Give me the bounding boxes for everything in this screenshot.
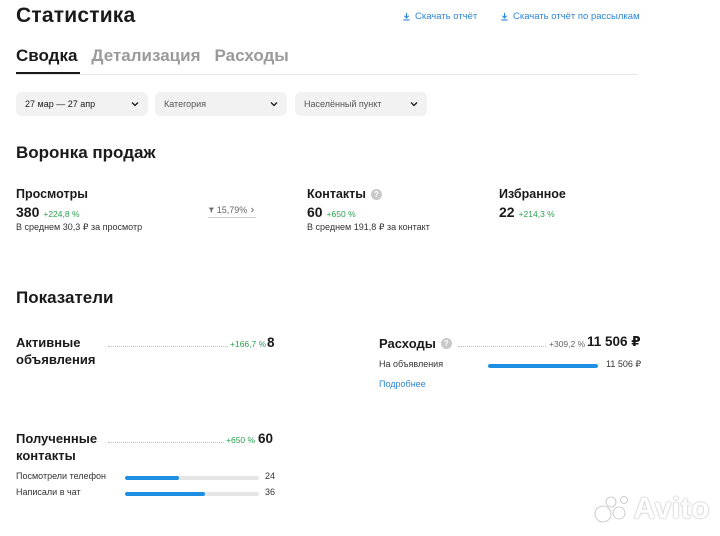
contacts-row-label: Написали в чат	[16, 487, 81, 497]
received-contacts-delta: +650 %	[226, 435, 256, 445]
expenses-row-value: 11 506 ₽	[606, 359, 642, 369]
category-placeholder: Категория	[164, 99, 207, 109]
active-ads-label: Активные объявления	[16, 335, 96, 367]
locality-select[interactable]: Населённый пункт	[295, 92, 427, 116]
expenses-more-link[interactable]: Подробнее	[379, 379, 426, 389]
date-range-value: 27 мар — 27 апр	[25, 99, 96, 109]
dotted-leader	[108, 442, 224, 443]
avito-logo-icon	[594, 496, 628, 523]
contacts-value: 60	[307, 204, 323, 220]
question-icon[interactable]: ?	[370, 188, 382, 200]
download-report-link[interactable]: Скачать отчёт	[402, 11, 477, 22]
contacts-metric: Контакты ? 60 +650 % В среднем 191,8 ₽ з…	[307, 187, 430, 233]
views-metric: Просмотры 380 +224,8 % В среднем 30,3 ₽ …	[16, 187, 142, 233]
conversion-rate[interactable]: 15,79%	[208, 205, 256, 218]
contacts-row-bar	[125, 492, 259, 496]
question-icon[interactable]: ?	[440, 338, 452, 349]
conversion-value: 15,79%	[216, 205, 248, 215]
contacts-row-label: Посмотрели телефон	[16, 471, 106, 481]
favorites-metric: Избранное 22 +214,3 %	[499, 187, 566, 220]
chevron-down-icon	[410, 102, 418, 107]
expenses-label: Расходы	[379, 336, 436, 351]
contacts-row-bar	[125, 476, 259, 480]
dotted-leader	[458, 346, 546, 347]
views-sub: В среднем 30,3 ₽ за просмотр	[16, 222, 143, 232]
download-mailing-report-link[interactable]: Скачать отчёт по рассылкам	[500, 11, 640, 22]
funnel-icon	[208, 207, 215, 213]
active-ads-value: 8	[267, 335, 275, 350]
expenses-delta: +309,2 %	[549, 339, 586, 349]
expenses-header: Расходы ?	[379, 335, 452, 352]
contacts-row-value: 36	[265, 487, 276, 497]
tab-details[interactable]: Детализация	[91, 46, 200, 72]
avito-watermark: Avito	[594, 492, 710, 526]
active-tab-indicator	[16, 72, 80, 74]
funnel-title: Воронка продаж	[16, 143, 156, 162]
dotted-leader	[108, 346, 228, 347]
download-report-label: Скачать отчёт	[415, 11, 478, 22]
contacts-row-bar-fill	[125, 476, 179, 480]
received-contacts-label: Полученные контакты	[16, 431, 98, 463]
download-icon	[403, 12, 410, 21]
expenses-row-bar-fill	[488, 364, 598, 368]
contacts-row-bar-fill	[125, 492, 206, 496]
received-contacts-value: 60	[258, 431, 274, 446]
views-value: 380	[16, 204, 40, 220]
watermark-text: Avito	[633, 492, 710, 525]
chevron-right-icon	[251, 207, 255, 213]
expenses-value: 11 506 ₽	[587, 334, 641, 349]
tab-expenses[interactable]: Расходы	[215, 46, 289, 72]
expenses-row-label: На объявления	[379, 359, 444, 369]
download-icon	[501, 12, 508, 21]
tab-bar: Сводка Детализация Расходы	[16, 46, 289, 72]
contacts-row-value: 24	[265, 471, 276, 481]
chevron-down-icon	[131, 102, 139, 107]
chevron-down-icon	[270, 102, 278, 107]
download-mailing-report-label: Скачать отчёт по рассылкам	[513, 11, 640, 22]
date-range-select[interactable]: 27 мар — 27 апр	[16, 92, 148, 116]
favorites-delta: +214,3 %	[518, 209, 555, 219]
views-label: Просмотры	[16, 187, 88, 201]
favorites-value: 22	[499, 204, 515, 220]
views-delta: +224,8 %	[43, 209, 80, 219]
expenses-row-bar	[488, 364, 598, 368]
contacts-label: Контакты	[307, 187, 366, 201]
active-ads-delta: +166,7 %	[230, 339, 267, 349]
contacts-delta: +650 %	[326, 209, 356, 219]
indicators-title: Показатели	[16, 288, 114, 307]
favorites-label: Избранное	[499, 187, 566, 201]
tab-summary[interactable]: Сводка	[16, 46, 77, 72]
tab-divider	[16, 74, 638, 75]
contacts-sub: В среднем 191,8 ₽ за контакт	[307, 222, 430, 232]
locality-placeholder: Населённый пункт	[304, 99, 382, 109]
page-title: Статистика	[16, 4, 136, 27]
category-select[interactable]: Категория	[155, 92, 287, 116]
